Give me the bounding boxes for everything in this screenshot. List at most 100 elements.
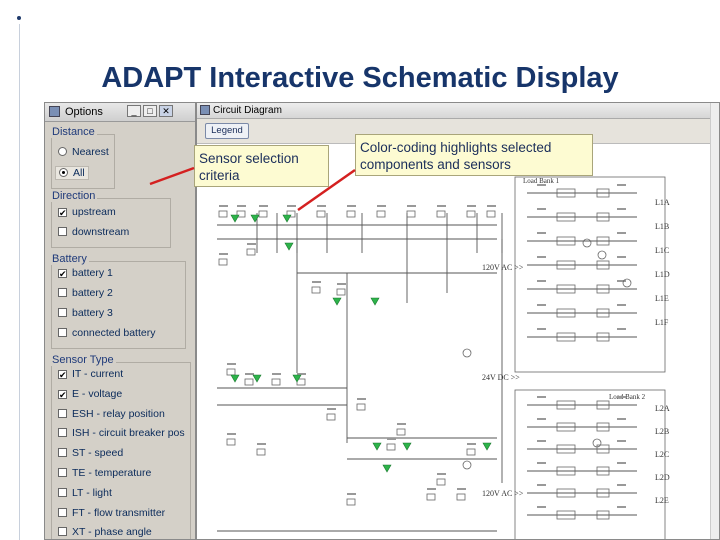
checkbox[interactable]: ✔ xyxy=(58,370,67,380)
checkbox[interactable]: ✔ xyxy=(58,389,67,399)
option-label: ST - speed xyxy=(72,447,124,460)
circuit-titlebar[interactable]: Circuit Diagram xyxy=(197,103,719,119)
option-battery-1[interactable]: ✔ battery 1 xyxy=(58,267,113,279)
vertical-scrollbar[interactable] xyxy=(710,103,719,539)
option-label: downstream xyxy=(72,226,130,238)
bus-label: L1B xyxy=(655,222,669,231)
legend-button[interactable]: Legend xyxy=(205,123,249,139)
slide-divider-line xyxy=(19,24,20,540)
component-tag xyxy=(537,484,546,486)
component-tag xyxy=(219,205,228,207)
checkbox[interactable] xyxy=(58,328,67,337)
color-coding-callout: Color-coding highlights selected compone… xyxy=(355,134,593,176)
option-nearest[interactable]: Nearest xyxy=(58,146,109,158)
option-label: ESH - relay position xyxy=(72,407,165,420)
option-label: ISH - circuit breaker pos xyxy=(72,427,185,440)
option-esh-relay-position[interactable]: ESH - relay position xyxy=(58,408,165,420)
component-tag xyxy=(327,408,336,410)
checkbox[interactable] xyxy=(58,487,67,497)
component xyxy=(436,478,446,486)
component-tag xyxy=(437,205,446,207)
radio-button[interactable] xyxy=(58,147,67,156)
option-te-temperature[interactable]: TE - temperature xyxy=(58,467,151,479)
option-label: All xyxy=(73,167,85,179)
component xyxy=(218,210,228,218)
component-tag xyxy=(617,484,626,486)
close-icon[interactable]: ✕ xyxy=(159,105,173,117)
option-ish-circuit-breaker-pos[interactable]: ISH - circuit breaker pos xyxy=(58,427,185,439)
checkbox[interactable] xyxy=(58,227,67,236)
circuit-window-title: Circuit Diagram xyxy=(213,105,282,116)
component-tag xyxy=(272,373,281,375)
option-label: IT - current xyxy=(72,368,124,380)
component-circle xyxy=(597,250,607,260)
component xyxy=(486,210,496,218)
sensor-highlight-icon xyxy=(482,442,492,451)
option-all[interactable]: All xyxy=(55,166,89,180)
checkbox[interactable] xyxy=(58,308,67,317)
bus-label: L2C xyxy=(655,450,669,459)
component xyxy=(218,258,228,266)
bus-label: L1F xyxy=(655,318,669,327)
checkbox[interactable] xyxy=(58,448,67,458)
option-lt-light[interactable]: LT - light xyxy=(58,487,112,499)
checkbox[interactable] xyxy=(58,428,67,438)
component-tag xyxy=(487,205,496,207)
checkbox[interactable] xyxy=(58,468,67,477)
component xyxy=(226,368,236,376)
sensor-highlight-icon xyxy=(332,297,342,306)
checkbox[interactable] xyxy=(58,408,67,418)
component-tag xyxy=(537,462,546,464)
schematic-svg[interactable]: Load Bank 1 Load Bank 2 L1A L1B L1C L1D L1E L1F… xyxy=(197,143,719,539)
options-group-battery: Battery ✔ battery 1 battery 2 battery 3 conne… xyxy=(50,253,186,349)
options-titlebar[interactable]: Options _ □ ✕ xyxy=(45,103,195,122)
options-body: Distance Nearest All Direction ✔ upstream down… xyxy=(45,122,195,539)
sensor-highlight-icon xyxy=(402,442,412,451)
option-st-speed[interactable]: ST - speed xyxy=(58,447,123,459)
component-tag xyxy=(617,280,626,282)
checkbox[interactable]: ✔ xyxy=(58,269,67,279)
component-tag xyxy=(537,304,546,306)
option-upstream[interactable]: ✔ upstream xyxy=(58,206,116,218)
component-tag xyxy=(617,208,626,210)
option-battery-2[interactable]: battery 2 xyxy=(58,287,113,299)
bus-label: L1D xyxy=(655,270,670,279)
option-xt-phase-angle[interactable]: XT - phase angle xyxy=(58,526,152,538)
component xyxy=(346,210,356,218)
option-connected-battery[interactable]: connected battery xyxy=(58,327,155,339)
component xyxy=(356,403,366,411)
checkbox[interactable]: ✔ xyxy=(58,208,67,218)
component-tag xyxy=(287,205,296,207)
slide-title: ADAPT Interactive Schematic Display xyxy=(101,62,619,94)
component-tag xyxy=(617,232,626,234)
component xyxy=(316,210,326,218)
component-tag xyxy=(537,256,546,258)
option-e-voltage[interactable]: ✔ E - voltage xyxy=(58,388,122,400)
component-tag xyxy=(467,205,476,207)
checkbox[interactable] xyxy=(58,527,67,537)
checkbox[interactable] xyxy=(58,288,67,297)
option-ft-flow-transmitter[interactable]: FT - flow transmitter xyxy=(58,507,165,519)
options-window: Options _ □ ✕ Distance Nearest All Directio… xyxy=(44,102,196,540)
radio-button[interactable] xyxy=(59,168,68,177)
component-tag xyxy=(617,328,626,330)
component-tag xyxy=(537,280,546,282)
component-circle xyxy=(462,460,472,470)
schematic-canvas[interactable]: Load Bank 1 Load Bank 2 L1A L1B L1C L1D L1E L1F… xyxy=(197,143,719,539)
component-tag xyxy=(259,205,268,207)
option-battery-3[interactable]: battery 3 xyxy=(58,307,113,319)
minimize-icon[interactable]: _ xyxy=(127,105,141,117)
option-label: battery 1 xyxy=(72,267,113,279)
component-tag xyxy=(257,443,266,445)
component xyxy=(346,498,356,506)
option-it-current[interactable]: ✔ IT - current xyxy=(58,368,123,380)
component-tag xyxy=(617,440,626,442)
maximize-icon[interactable]: □ xyxy=(143,105,157,117)
slide-bullet xyxy=(17,16,21,20)
load-bank-2-frame xyxy=(514,389,666,539)
option-label: LT - light xyxy=(72,486,112,499)
option-label: battery 3 xyxy=(72,307,113,319)
option-downstream[interactable]: downstream xyxy=(58,226,129,238)
component-tag xyxy=(219,253,228,255)
checkbox[interactable] xyxy=(58,507,67,517)
